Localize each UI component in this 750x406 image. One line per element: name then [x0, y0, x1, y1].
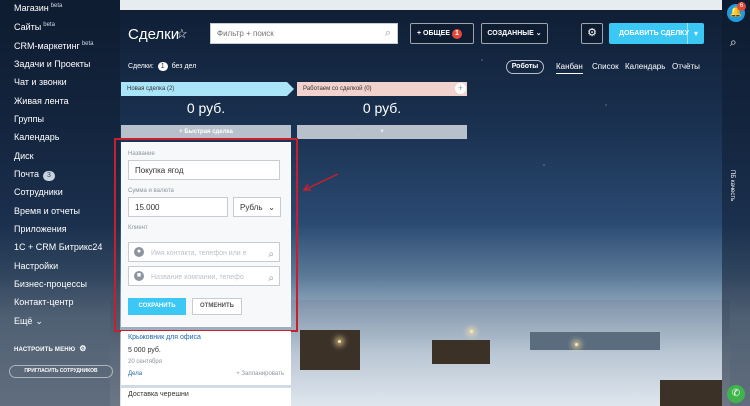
- deals-count-pill[interactable]: 1: [157, 62, 168, 71]
- right-rail: 🔔 6 ⌕ ПБ качесть ✆: [722, 0, 750, 406]
- sidebar-item-apps[interactable]: Приложения: [14, 224, 67, 234]
- cabin-decoration: [300, 330, 360, 370]
- tab-kanban[interactable]: Канбан: [556, 62, 583, 74]
- sidebar-item-time[interactable]: Время и отчеты: [14, 206, 80, 216]
- gear-icon: ⚙: [79, 344, 87, 353]
- settings-gear-button[interactable]: ⚙: [581, 23, 603, 44]
- stage-count: (2): [166, 86, 175, 92]
- deals-counter: Сделки: 1 без дел: [128, 62, 196, 71]
- deal-title-link[interactable]: Крыжовник для офиса: [128, 334, 201, 341]
- sidebar-item-crm-marketing[interactable]: CRM-маркетинг beta: [14, 41, 94, 51]
- chevron-down-icon: ⌄: [533, 30, 542, 37]
- quick-deal-button[interactable]: + Быстрая сделка: [121, 125, 291, 139]
- beta-label: beta: [43, 22, 55, 28]
- light-decoration: [338, 340, 341, 343]
- sidebar-item-sites[interactable]: Сайты beta: [14, 22, 55, 32]
- general-count-badge: 1: [452, 29, 462, 39]
- robots-button[interactable]: Роботы: [506, 60, 544, 74]
- deal-sum: 5 000 руб.: [128, 347, 161, 354]
- tab-reports[interactable]: Отчёты: [672, 62, 700, 71]
- page-title: Сделки: [128, 26, 180, 43]
- search-icon[interactable]: ⌕: [730, 35, 737, 50]
- stage-sum: 0 руб.: [362, 100, 402, 116]
- stage-count: (0): [364, 86, 372, 92]
- sidebar-item-label: Магазин: [14, 3, 49, 13]
- sidebar-item-label: CRM-маркетинг: [14, 41, 80, 51]
- deal-card[interactable]: Крыжовник для офиса 5 000 руб. 20 сентяб…: [121, 331, 291, 385]
- sidebar-item-feed[interactable]: Живая лента: [14, 96, 69, 106]
- deal-activities-link[interactable]: Дела: [128, 371, 142, 377]
- stage-arrow: [287, 82, 294, 96]
- sidebar-item-employees[interactable]: Сотрудники: [14, 187, 63, 197]
- tab-list[interactable]: Список: [592, 62, 619, 71]
- configure-menu-label: НАСТРОИТЬ МЕНЮ: [14, 347, 76, 353]
- created-label: СОЗДАННЫЕ: [487, 30, 534, 37]
- light-decoration: [575, 343, 578, 346]
- left-sidebar: Магазин beta Сайты beta CRM-маркетинг beta …: [0, 0, 120, 406]
- beta-label: beta: [50, 3, 63, 9]
- sidebar-item-disk[interactable]: Диск: [14, 151, 34, 161]
- add-deal-stage-button[interactable]: +: [297, 125, 467, 139]
- sidebar-item-tasks[interactable]: Задачи и Проекты: [14, 59, 90, 69]
- phone-icon[interactable]: ✆: [727, 385, 745, 403]
- sidebar-item-more[interactable]: Ещё ⌄: [14, 316, 43, 327]
- sidebar-item-calendar[interactable]: Календарь: [14, 132, 59, 142]
- chevron-down-icon: ▾: [693, 29, 698, 38]
- long-building-decoration: [530, 332, 660, 350]
- sidebar-item-1c[interactable]: 1С + CRM Битрикс24: [14, 242, 102, 252]
- deal-title-link[interactable]: Доставка черешни: [128, 391, 189, 398]
- pointer-arrow-icon: [302, 173, 339, 191]
- general-label: ОБЩЕЕ: [423, 30, 450, 37]
- sidebar-item-settings[interactable]: Настройки: [14, 261, 58, 271]
- filter-search-input[interactable]: [217, 29, 377, 38]
- invite-employees-button[interactable]: ПРИГЛАСИТЬ СОТРУДНИКОВ: [9, 365, 113, 378]
- sidebar-item-chat[interactable]: Чат и звонки: [14, 77, 67, 87]
- stage-title: Работаем со сделкой: [303, 86, 363, 92]
- deals-suffix: без дел: [171, 63, 197, 70]
- tab-calendar[interactable]: Календарь: [625, 62, 665, 71]
- stage-title: Новая сделка: [127, 86, 166, 92]
- general-button[interactable]: + ОБЩЕЕ 1: [410, 23, 474, 44]
- light-decoration: [470, 330, 473, 333]
- stage-header-new[interactable]: Новая сделка (2): [121, 82, 287, 96]
- sidebar-item-mail[interactable]: Почта 3: [14, 169, 55, 181]
- add-stage-plus-icon[interactable]: +: [455, 83, 466, 94]
- rail-vertical-label[interactable]: ПБ качесть: [729, 170, 735, 201]
- chevron-down-icon: ⌄: [35, 316, 43, 326]
- filter-search-box[interactable]: ⌕: [210, 23, 398, 44]
- deal-card[interactable]: Доставка черешни: [121, 388, 291, 406]
- sidebar-item-bizproc[interactable]: Бизнес-процессы: [14, 279, 87, 289]
- sidebar-item-label: Ещё: [14, 316, 33, 326]
- top-strip: [120, 0, 722, 10]
- beta-label: beta: [81, 41, 94, 47]
- sidebar-item-contact-center[interactable]: Контакт-центр: [14, 297, 74, 307]
- mail-count-badge: 3: [43, 171, 55, 181]
- highlight-outline: [114, 138, 298, 332]
- star-icon[interactable]: ☆: [176, 26, 188, 42]
- add-deal-dropdown[interactable]: ▾: [687, 23, 704, 44]
- plan-activity-link[interactable]: + Запланировать: [236, 371, 284, 377]
- sidebar-item-groups[interactable]: Группы: [14, 114, 44, 124]
- deal-date: 20 сентября: [128, 359, 162, 365]
- sidebar-item-label: Почта: [14, 169, 39, 179]
- barn-decoration: [432, 340, 490, 364]
- stage-header-in-progress[interactable]: Работаем со сделкой (0): [297, 82, 467, 96]
- stage-sum: 0 руб.: [186, 100, 226, 116]
- sidebar-item-shop[interactable]: Магазин beta: [14, 3, 62, 13]
- search-icon[interactable]: ⌕: [385, 27, 391, 40]
- created-filter-button[interactable]: СОЗДАННЫЕ ⌄: [481, 23, 548, 44]
- deals-prefix: Сделки:: [128, 63, 154, 70]
- gear-icon: ⚙: [587, 27, 597, 39]
- house-right-decoration: [660, 380, 722, 406]
- sidebar-item-label: Сайты: [14, 22, 42, 32]
- configure-menu-link[interactable]: НАСТРОИТЬ МЕНЮ ⚙: [14, 344, 87, 353]
- notifications-badge: 6: [737, 2, 746, 11]
